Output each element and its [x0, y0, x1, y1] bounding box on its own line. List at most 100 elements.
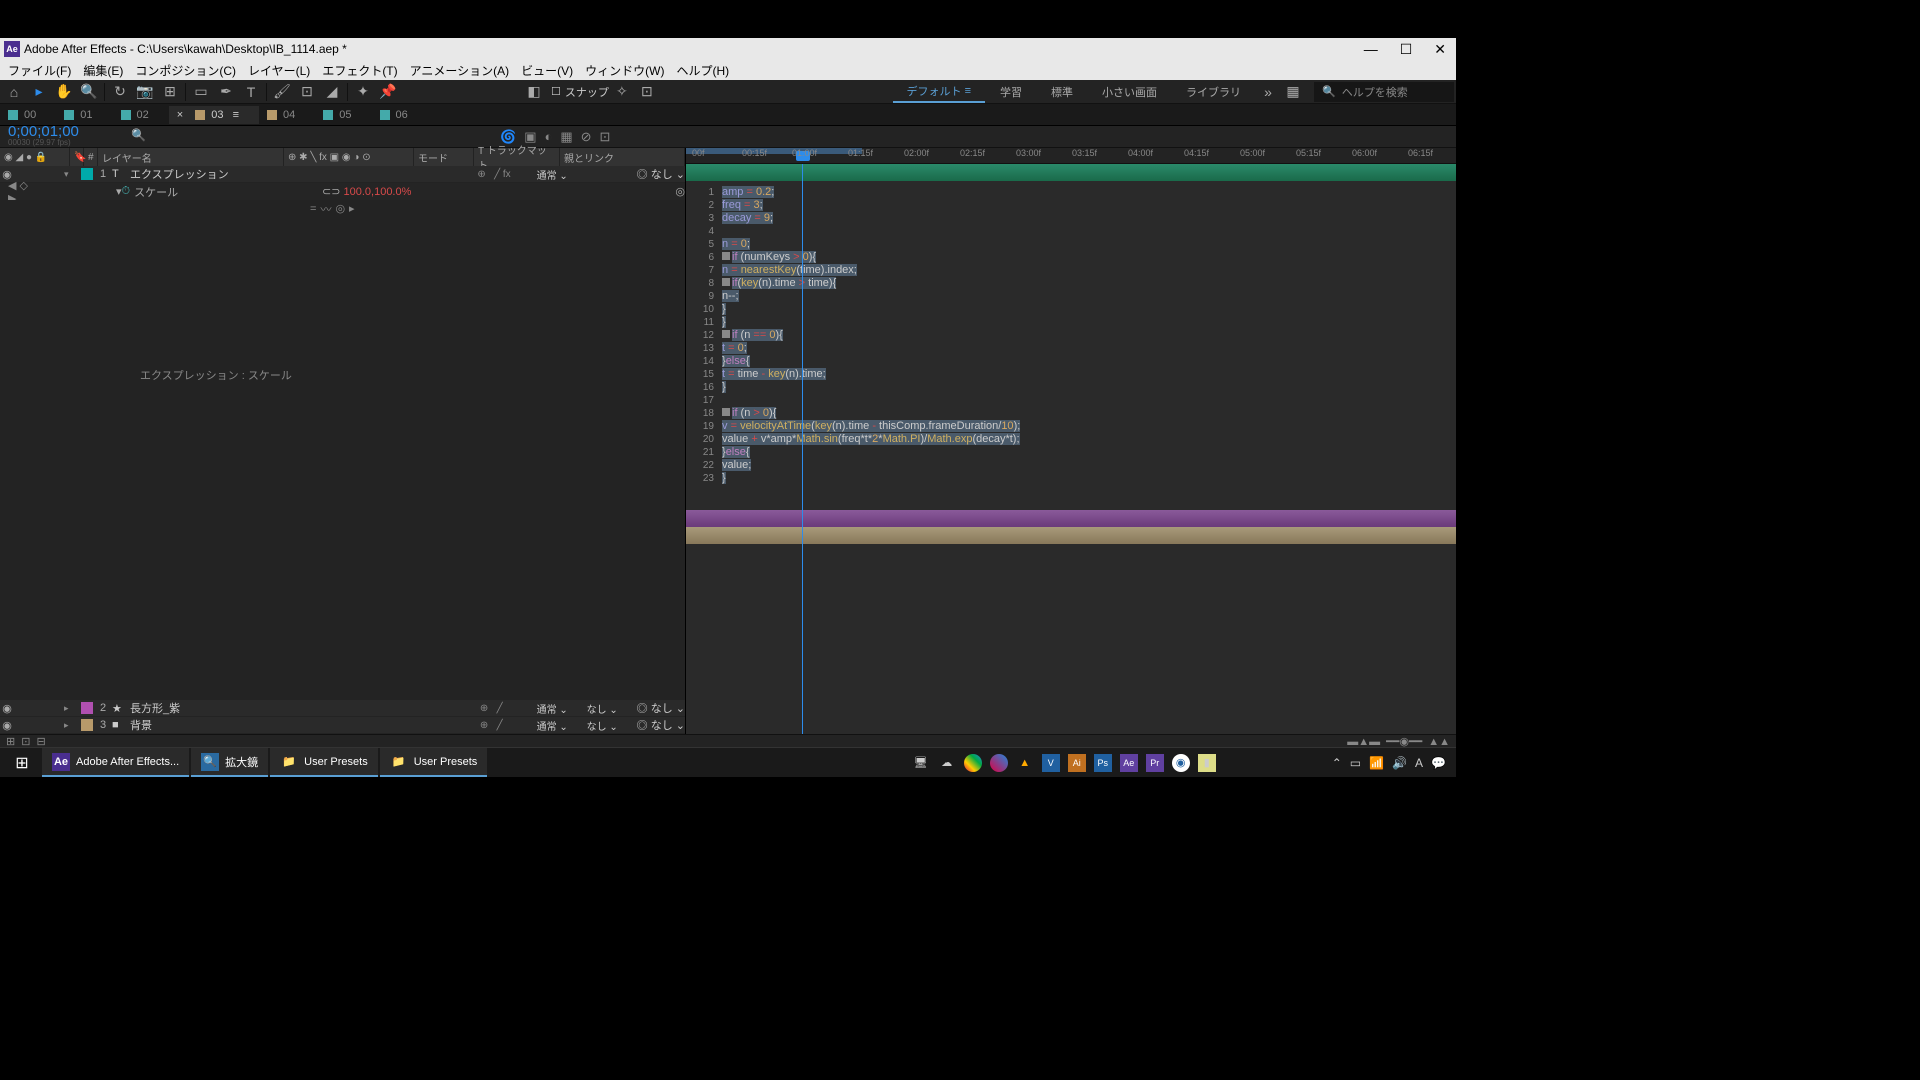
- stopwatch-icon[interactable]: ⏱: [122, 185, 131, 198]
- timeline-search-icon[interactable]: 🔍: [131, 128, 149, 146]
- expr-enable-icon[interactable]: =: [310, 203, 316, 215]
- taskbar-app-magnifier[interactable]: 🔍 拡大鏡: [191, 748, 268, 777]
- home-tool[interactable]: ⌂: [2, 81, 26, 103]
- expr-pickwhip-icon[interactable]: ◎: [335, 202, 345, 215]
- snap-opt2-icon[interactable]: ⊡: [635, 81, 659, 103]
- graph-editor-icon[interactable]: ⊡: [600, 129, 611, 145]
- panel-toggle-icon[interactable]: ▦: [1281, 81, 1305, 103]
- selection-tool[interactable]: ▸: [27, 81, 51, 103]
- tray-chrome-icon[interactable]: [964, 754, 982, 772]
- taskbar-app-presets1[interactable]: 📁 User Presets: [270, 748, 378, 777]
- menu-view[interactable]: ビュー(V): [515, 60, 579, 81]
- menu-effect[interactable]: エフェクト(T): [316, 60, 403, 81]
- minimize-button[interactable]: —: [1364, 41, 1378, 58]
- tray-pr-icon[interactable]: Pr: [1146, 754, 1164, 772]
- tray-battery-icon[interactable]: ▭: [1350, 756, 1361, 770]
- twirl-icon[interactable]: ▾: [64, 169, 78, 180]
- start-button[interactable]: ⊞: [2, 748, 42, 777]
- menu-help[interactable]: ヘルプ(H): [671, 60, 736, 81]
- eraser-tool[interactable]: ◢: [320, 81, 344, 103]
- visibility-toggle[interactable]: ◉: [0, 702, 14, 715]
- menu-layer[interactable]: レイヤー(L): [242, 60, 316, 81]
- app-window: Ae Adobe After Effects - C:\Users\kawah\…: [0, 38, 1456, 748]
- zoom-out-icon[interactable]: ▬▲▬: [1347, 736, 1380, 748]
- zoom-in-icon[interactable]: ▲▲: [1428, 736, 1450, 748]
- comp-tab-06[interactable]: 06: [372, 106, 428, 124]
- workspace-library[interactable]: ライブラリ: [1172, 84, 1255, 100]
- comp-flowchart-icon[interactable]: 🌀: [500, 129, 516, 145]
- taskbar-app-ae[interactable]: Ae Adobe After Effects...: [42, 748, 189, 777]
- menu-edit[interactable]: 編集(E): [77, 60, 129, 81]
- maximize-button[interactable]: ☐: [1400, 41, 1413, 58]
- current-timecode[interactable]: 0;00;01;00: [8, 126, 123, 137]
- shy-icon[interactable]: ◐: [544, 129, 552, 144]
- brush-tool[interactable]: 🖌: [270, 81, 294, 103]
- motion-blur-icon[interactable]: ⊘: [581, 129, 592, 145]
- layer-row-2[interactable]: ◉ ▸ 2 ★ 長方形_紫 ⊕ ╱ 通常 ⌄ なし ⌄ ◎ なし ⌄: [0, 700, 685, 717]
- tray-ai-icon[interactable]: Ai: [1068, 754, 1086, 772]
- comp-tab-02[interactable]: 02: [113, 106, 169, 124]
- comp-tab-03[interactable]: × 03 ≡: [169, 106, 259, 124]
- menu-file[interactable]: ファイル(F): [2, 60, 77, 81]
- expr-graph-icon[interactable]: 〰: [320, 201, 331, 217]
- menu-composition[interactable]: コンポジション(C): [129, 60, 242, 81]
- hand-tool[interactable]: ✋: [52, 81, 76, 103]
- comp-tab-04[interactable]: 04: [259, 106, 315, 124]
- tray-icon[interactable]: ◉: [1172, 754, 1190, 772]
- help-search[interactable]: 🔍ヘルプを検索: [1314, 82, 1454, 102]
- tray-ime-icon[interactable]: A: [1415, 756, 1423, 770]
- layer-row-1[interactable]: ◉ ▾ 1 T エクスプレッション ⊕ ╱ fx 通常 ⌄ ◎ なし ⌄: [0, 166, 685, 183]
- workspace-learn[interactable]: 学習: [986, 84, 1036, 100]
- code-area[interactable]: amp = 0.2; freq = 3; decay = 9; n = 0; i…: [718, 184, 1454, 504]
- tray-wifi-icon[interactable]: 📶: [1369, 756, 1384, 770]
- clone-tool[interactable]: ⊡: [295, 81, 319, 103]
- local-axis-icon[interactable]: ◧: [522, 81, 546, 103]
- comp-tab-01[interactable]: 01: [56, 106, 112, 124]
- tray-ps-icon[interactable]: Ps: [1094, 754, 1112, 772]
- scale-value[interactable]: 100.0,100.0%: [344, 186, 426, 198]
- tray-icon[interactable]: ▲: [1016, 754, 1034, 772]
- workspace-more-icon[interactable]: »: [1256, 81, 1280, 103]
- tray-ae-icon[interactable]: Ae: [1120, 754, 1138, 772]
- workspace-default[interactable]: デフォルト ≡: [893, 80, 985, 103]
- tray-volume-icon[interactable]: 🔊: [1392, 756, 1407, 770]
- workspace-small[interactable]: 小さい画面: [1088, 84, 1171, 100]
- snap-toggle[interactable]: ☐ スナップ: [551, 84, 609, 100]
- twirl-icon[interactable]: ▸: [64, 703, 78, 714]
- puppet-tool[interactable]: 📌: [376, 81, 400, 103]
- twirl-icon[interactable]: ▸: [64, 720, 78, 731]
- draft3d-icon[interactable]: ▣: [524, 129, 536, 145]
- roto-tool[interactable]: ✦: [351, 81, 375, 103]
- tray-cc-icon[interactable]: [990, 754, 1008, 772]
- expr-language-icon[interactable]: ▸: [349, 202, 355, 215]
- tray-chevron-icon[interactable]: ⌃: [1332, 756, 1342, 770]
- work-area-bar[interactable]: [686, 148, 862, 154]
- close-button[interactable]: ✕: [1434, 41, 1446, 58]
- visibility-toggle[interactable]: ◉: [0, 719, 14, 732]
- zoom-tool[interactable]: 🔍: [77, 81, 101, 103]
- taskbar-app-presets2[interactable]: 📁 User Presets: [380, 748, 488, 777]
- scale-property-row[interactable]: ◀ ◇ ▶ ▾ ⏱ スケール ⊂⊃ 100.0,100.0% ◎: [0, 183, 685, 200]
- tray-icon[interactable]: ☁: [938, 754, 956, 772]
- comp-tab-05[interactable]: 05: [315, 106, 371, 124]
- frame-blend-icon[interactable]: ▦: [560, 129, 572, 145]
- menu-animation[interactable]: アニメーション(A): [404, 60, 516, 81]
- layer-column-header: ◉ ◢ ● 🔒 🔖 # レイヤー名 ⊕ ✱ ╲ fx ▣ ◉ ◑ ⊙ モード T…: [0, 148, 685, 166]
- workspace-standard[interactable]: 標準: [1037, 84, 1087, 100]
- tray-v-icon[interactable]: V: [1042, 754, 1060, 772]
- orbit-tool[interactable]: ↻: [108, 81, 132, 103]
- pan-behind-tool[interactable]: ⊞: [158, 81, 182, 103]
- layer-row-3[interactable]: ◉ ▸ 3 ■ 背景 ⊕ ╱ 通常 ⌄ なし ⌄ ◎ なし ⌄: [0, 717, 685, 734]
- tray-note-icon[interactable]: ▮: [1198, 754, 1216, 772]
- camera-tool[interactable]: 📷: [133, 81, 157, 103]
- tray-icon[interactable]: 🖥: [912, 754, 930, 772]
- tray-notifications-icon[interactable]: 💬: [1431, 756, 1446, 770]
- comp-tab-00[interactable]: 00: [0, 106, 56, 124]
- playhead-line[interactable]: [802, 164, 803, 734]
- text-tool[interactable]: T: [239, 81, 263, 103]
- rect-tool[interactable]: ▭: [189, 81, 213, 103]
- pen-tool[interactable]: ✒: [214, 81, 238, 103]
- menu-window[interactable]: ウィンドウ(W): [579, 60, 670, 81]
- snap-opt1-icon[interactable]: ✧: [610, 81, 634, 103]
- time-ruler[interactable]: 00f 00:15f 01:00f 01:15f 02:00f 02:15f 0…: [686, 148, 1456, 164]
